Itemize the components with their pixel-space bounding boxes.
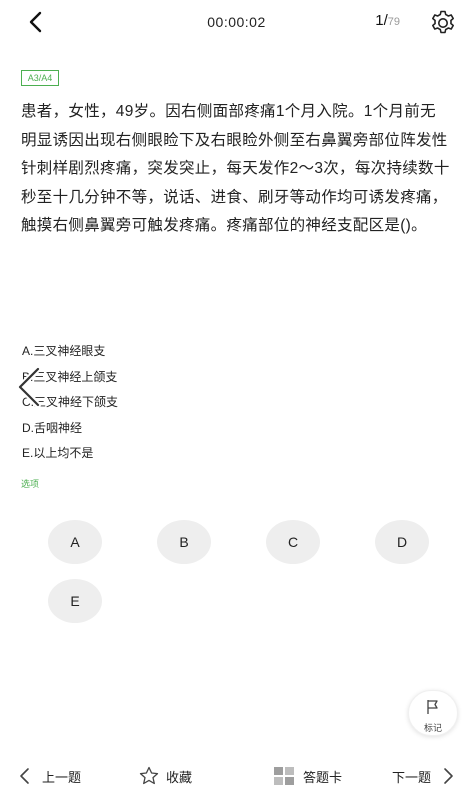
- bottom-bar: 上一题 收藏 答题卡 下一题: [0, 752, 473, 800]
- answer-button-c[interactable]: C: [266, 520, 320, 564]
- prev-question-button[interactable]: 上一题: [18, 764, 81, 788]
- chevron-right-icon: [444, 768, 453, 784]
- option-c: C.三叉神经下颌支: [22, 395, 119, 409]
- prev-question-label: 上一题: [42, 769, 82, 785]
- settings-button[interactable]: [429, 9, 457, 37]
- answer-button-b[interactable]: B: [157, 520, 211, 564]
- star-icon: [139, 766, 159, 785]
- swipe-back-arrow[interactable]: [14, 365, 44, 409]
- exam-timer: 00:00:02: [207, 14, 266, 30]
- next-question-button[interactable]: 下一题: [392, 764, 455, 788]
- answer-card-label: 答题卡: [303, 769, 343, 785]
- back-button[interactable]: [22, 8, 48, 36]
- option-a: A.三叉神经眼支: [22, 344, 106, 358]
- option-b: B.三叉神经上颌支: [22, 369, 118, 384]
- question-text: 患者，女性，49岁。因右侧面部疼痛1个月入院。1个月前无明显诱因出现右侧眼睑下及…: [21, 103, 450, 235]
- progress-current: 1: [375, 12, 384, 29]
- option-e: E.以上均不是: [22, 446, 94, 460]
- option-d: D.舌咽神经: [22, 420, 83, 435]
- top-bar: 00:00:02 1/79: [0, 0, 473, 44]
- favorite-button[interactable]: 收藏: [138, 764, 192, 788]
- next-question-label: 下一题: [392, 769, 432, 785]
- answer-button-a[interactable]: A: [48, 520, 102, 564]
- progress-total: 79: [387, 16, 400, 28]
- options-list: A.三叉神经眼支 B.三叉神经上颌支 C.三叉神经下颌支 D.舌咽神经 E.以上…: [22, 339, 442, 467]
- mark-label: 标记: [423, 723, 442, 733]
- chevron-left-icon: [17, 366, 41, 408]
- question-progress: 1/79: [375, 12, 400, 29]
- question-type-badge: A3/A4: [21, 70, 59, 86]
- answer-card-button[interactable]: 答题卡: [273, 764, 342, 788]
- chevron-left-icon: [20, 768, 29, 784]
- flag-icon: [427, 700, 438, 714]
- chevron-left-icon: [29, 11, 42, 33]
- grid-icon: [274, 767, 294, 785]
- answer-section-label: 选项: [21, 479, 40, 489]
- gear-icon: [432, 10, 454, 34]
- favorite-label: 收藏: [166, 769, 193, 785]
- mark-button[interactable]: 标记: [408, 690, 458, 736]
- answer-button-e[interactable]: E: [48, 579, 102, 623]
- answer-button-d[interactable]: D: [375, 520, 429, 564]
